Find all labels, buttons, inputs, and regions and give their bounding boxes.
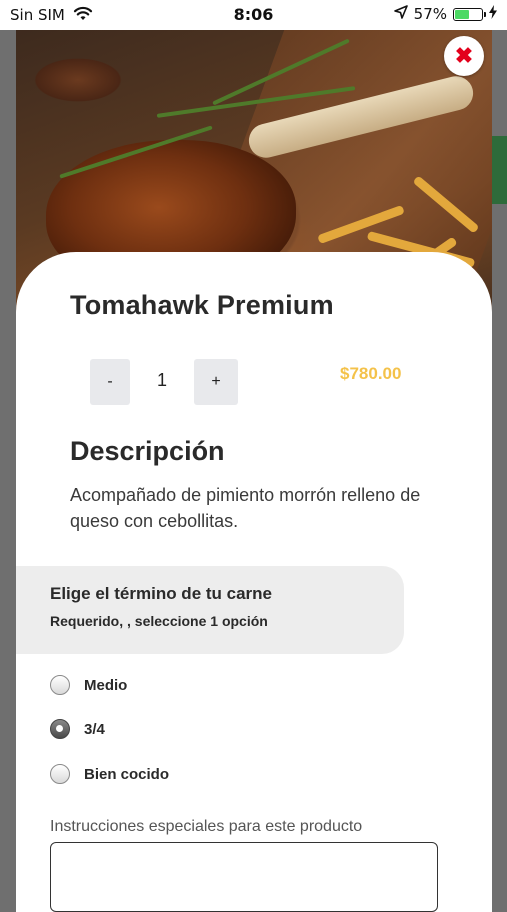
- status-bar: Sin SIM 8:06 57%: [0, 0, 507, 30]
- instructions-input[interactable]: [50, 842, 438, 912]
- background-accent: [492, 136, 507, 204]
- location-arrow-icon: [393, 5, 408, 23]
- option-bien-cocido[interactable]: Bien cocido: [50, 764, 169, 784]
- battery-icon: [453, 7, 486, 21]
- options-header: Elige el término de tu carne Requerido, …: [16, 566, 404, 654]
- close-button[interactable]: ✖: [444, 36, 484, 76]
- options-title: Elige el término de tu carne: [50, 584, 273, 603]
- radio-button[interactable]: [50, 675, 70, 695]
- radio-button[interactable]: [50, 764, 70, 784]
- battery-fill: [455, 9, 469, 19]
- decrement-button[interactable]: -: [90, 359, 130, 405]
- product-price: $780.00: [340, 364, 402, 383]
- description-heading: Descripción: [70, 436, 225, 466]
- radio-button-selected[interactable]: [50, 719, 70, 739]
- increment-button[interactable]: +: [194, 359, 238, 405]
- battery-percent: 57%: [413, 5, 447, 23]
- close-icon: ✖: [454, 43, 474, 68]
- quantity-value: 1: [156, 370, 167, 390]
- option-3-4[interactable]: 3/4: [50, 719, 105, 739]
- charging-bolt-icon: [489, 5, 497, 23]
- option-label: Bien cocido: [84, 765, 170, 783]
- option-label: 3/4: [84, 720, 105, 738]
- option-medio[interactable]: Medio: [50, 675, 127, 695]
- option-label: Medio: [84, 676, 128, 694]
- options-subtitle: Requerido, , seleccione 1 opción: [50, 613, 268, 629]
- product-title: Tomahawk Premium: [70, 290, 334, 320]
- instructions-label: Instrucciones especiales para este produ…: [50, 818, 363, 835]
- status-right: 57%: [393, 5, 497, 23]
- description-text: Acompañado de pimiento morrón relleno de…: [70, 485, 421, 531]
